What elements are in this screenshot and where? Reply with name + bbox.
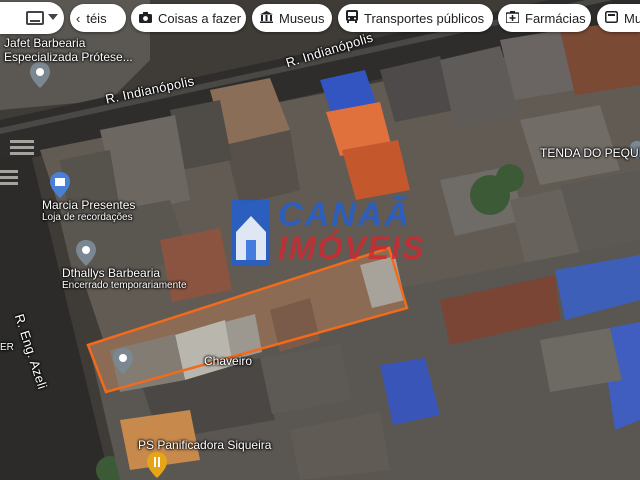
chip-more[interactable]: Mu: [597, 4, 640, 32]
watermark-text: CANAÃ IMÓVEIS: [278, 198, 425, 264]
keyboard-button[interactable]: [0, 2, 64, 34]
pharmacy-icon: [505, 10, 520, 26]
camera-icon: [139, 11, 152, 26]
label-edge-left: ER: [0, 342, 14, 353]
label-jafet-sub: Especializada Prótese...: [4, 50, 133, 64]
watermark-line1: CANAÃ: [278, 196, 411, 234]
keyboard-icon: [26, 11, 44, 25]
chip-museums[interactable]: Museus: [252, 4, 332, 32]
chip-hotels-label: téis: [86, 10, 107, 26]
label-dthallys-sub: Encerrado temporariamente: [62, 280, 187, 291]
museum-icon: [260, 10, 273, 26]
chip-things-to-do-label: Coisas a fazer: [158, 10, 242, 26]
chevron-down-icon: [48, 14, 58, 20]
chip-pharmacies-label: Farmácias: [525, 10, 586, 26]
label-marcia-name[interactable]: Marcia Presentes: [42, 198, 135, 212]
chip-hotels[interactable]: ‹ téis: [70, 4, 126, 32]
pin-marcia[interactable]: [50, 172, 70, 198]
category-toolbar: ‹ téis Coisas a fazer Museus Transportes…: [0, 0, 640, 36]
pin-chaveiro[interactable]: [113, 348, 133, 374]
pin-panificadora[interactable]: [147, 452, 167, 478]
label-marcia-sub: Loja de recordações: [42, 212, 133, 223]
label-tenda[interactable]: TENDA DO PEQUI: [540, 146, 640, 160]
watermark-line2: IMÓVEIS: [278, 230, 426, 266]
pin-jafet[interactable]: [30, 62, 50, 88]
chip-public-transport[interactable]: Transportes públicos: [338, 4, 493, 32]
chip-more-label: Mu: [624, 10, 640, 26]
chip-public-transport-label: Transportes públicos: [364, 10, 485, 26]
misc-icon: [605, 10, 618, 26]
chip-museums-label: Museus: [279, 10, 325, 26]
watermark-logo: [232, 200, 270, 266]
chip-things-to-do[interactable]: Coisas a fazer: [131, 4, 246, 32]
label-dthallys-name[interactable]: Dthallys Barbearia: [62, 266, 160, 280]
label-panificadora[interactable]: PS Panificadora Siqueira: [138, 438, 271, 452]
label-jafet-name[interactable]: Jafet Barbearia: [4, 36, 85, 50]
bus-icon: [346, 10, 358, 26]
chevron-left-icon: ‹: [76, 10, 81, 26]
pin-dthallys[interactable]: [76, 240, 96, 266]
label-chaveiro[interactable]: Chaveiro: [204, 354, 252, 368]
chip-pharmacies[interactable]: Farmácias: [498, 4, 591, 32]
